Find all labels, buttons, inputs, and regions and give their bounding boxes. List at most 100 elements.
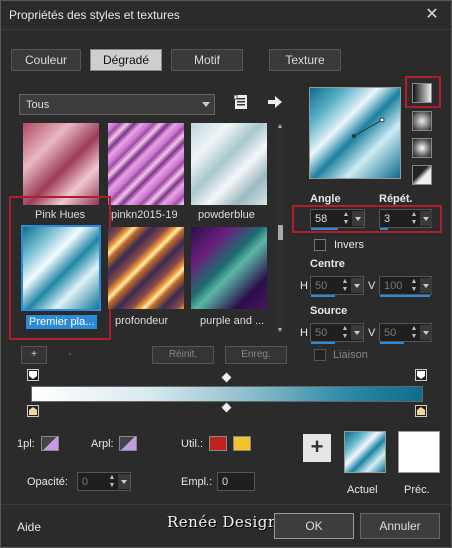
opacity-label: Opacité: [27, 476, 68, 488]
source-v-slider[interactable] [380, 342, 404, 344]
background-plan-swatch[interactable] [119, 436, 137, 451]
scroll-thumb[interactable] [278, 225, 283, 240]
tab-motif[interactable]: Motif [171, 49, 243, 71]
opacity-input[interactable]: 0 ▲ ▼ [77, 472, 131, 491]
centre-v-value: 100 [384, 280, 403, 292]
gradient-thumb-powderblue[interactable] [191, 123, 267, 205]
spin-arrows-icon[interactable]: ▲ ▼ [107, 474, 117, 490]
source-v-label: V [368, 327, 376, 339]
spin-arrows-icon[interactable]: ▲ ▼ [409, 325, 419, 341]
reset-button[interactable]: Réinit. [152, 346, 214, 364]
category-dropdown[interactable]: Tous [19, 94, 215, 115]
current-label: Actuel [347, 484, 378, 496]
remove-gradient-button[interactable]: - [57, 346, 83, 364]
chevron-down-icon[interactable] [352, 211, 364, 226]
radial-style-icon[interactable] [412, 138, 432, 158]
chevron-down-icon[interactable] [351, 278, 363, 293]
add-gradient-button[interactable]: + [21, 346, 47, 364]
location-label: Empl.: [181, 476, 213, 488]
centre-h-slider[interactable] [311, 295, 335, 297]
location-value: 0 [222, 476, 229, 488]
angle-slider[interactable] [311, 228, 338, 230]
help-link[interactable]: Aide [17, 520, 41, 534]
spin-arrows-icon[interactable]: ▲ ▼ [341, 211, 351, 227]
color-stop-left[interactable] [27, 405, 39, 417]
spin-arrows-icon[interactable]: ▲ ▼ [409, 211, 419, 227]
gradient-thumb-purple-and[interactable] [191, 227, 267, 309]
centre-v-input[interactable]: 100 ▲ ▼ [379, 276, 432, 297]
chevron-down-icon[interactable] [420, 325, 432, 340]
scroll-down-icon[interactable]: ▼ [276, 327, 284, 334]
location-input[interactable]: 0 [217, 472, 255, 491]
user-color-red-swatch[interactable] [209, 436, 227, 451]
previous-swatch[interactable] [398, 431, 440, 473]
first-plan-label: 1pl: [17, 438, 35, 450]
gradient-editor-bar[interactable] [31, 386, 423, 402]
source-label: Source [310, 305, 348, 317]
thumb-caption: powderblue [198, 209, 255, 221]
invert-checkbox[interactable] [314, 239, 326, 251]
opacity-stop-left[interactable] [27, 369, 39, 381]
chevron-down-icon[interactable] [420, 278, 432, 293]
tab-degrade[interactable]: Dégradé [90, 49, 162, 71]
color-stop-right[interactable] [415, 405, 427, 417]
user-color-yellow-swatch[interactable] [233, 436, 251, 451]
angle-value: 58 [315, 213, 328, 225]
link-label: Liaison [333, 349, 368, 361]
gradient-preview[interactable] [309, 87, 401, 179]
scroll-up-icon[interactable]: ▲ [276, 123, 284, 130]
thumb-caption: pinkn2015-19 [111, 209, 178, 221]
source-h-slider[interactable] [311, 342, 335, 344]
chevron-down-icon[interactable] [351, 325, 363, 340]
invert-label: Invers [334, 239, 364, 251]
centre-h-value: 50 [315, 280, 328, 292]
gradient-thumb-pinkn2015-19[interactable] [108, 123, 184, 205]
rectangular-style-icon[interactable] [412, 111, 432, 131]
category-value: Tous [26, 99, 50, 111]
opacity-stop-right[interactable] [415, 369, 427, 381]
source-v-input[interactable]: 50 ▲ ▼ [379, 323, 432, 344]
add-swatch-button[interactable]: + [303, 434, 331, 462]
chevron-down-icon[interactable] [420, 211, 432, 226]
tab-texture[interactable]: Texture [269, 49, 341, 71]
first-plan-swatch[interactable] [41, 436, 59, 451]
spin-arrows-icon[interactable]: ▲ ▼ [409, 278, 419, 294]
save-button[interactable]: Enreg. [225, 346, 287, 364]
arrow-right-icon[interactable] [267, 95, 283, 109]
library-icon[interactable] [233, 94, 249, 110]
linear-style-icon[interactable] [412, 83, 432, 103]
close-button[interactable]: ✕ [421, 4, 443, 26]
source-h-value: 50 [315, 327, 328, 339]
centre-v-slider[interactable] [380, 295, 430, 297]
previous-label: Préc. [404, 484, 430, 496]
spin-arrows-icon[interactable]: ▲ ▼ [340, 325, 350, 341]
link-checkbox[interactable] [314, 349, 326, 361]
gradient-thumb-premier-plan[interactable] [21, 225, 101, 311]
repeat-slider[interactable] [380, 228, 388, 230]
chevron-down-icon[interactable] [118, 474, 130, 489]
cancel-button[interactable]: Annuler [360, 513, 440, 539]
angle-label: Angle [310, 193, 341, 205]
chevron-down-icon [202, 102, 210, 107]
title-divider [1, 29, 451, 30]
tab-couleur[interactable]: Couleur [11, 49, 81, 71]
gradient-thumb-profondeur[interactable] [108, 227, 184, 309]
watermark: Renée Design [167, 513, 279, 531]
source-h-input[interactable]: 50 ▲ ▼ [310, 323, 364, 344]
opacity-midpoint[interactable] [221, 372, 232, 383]
centre-h-input[interactable]: 50 ▲ ▼ [310, 276, 364, 297]
angle-input[interactable]: 58 ▲ ▼ [310, 209, 365, 230]
spin-arrows-icon[interactable]: ▲ ▼ [340, 278, 350, 294]
centre-label: Centre [310, 258, 345, 270]
ok-button[interactable]: OK [274, 513, 354, 539]
color-midpoint[interactable] [221, 402, 232, 413]
gradient-properties-dialog: Propriétés des styles et textures ✕ Coul… [0, 0, 452, 548]
opacity-value: 0 [82, 476, 89, 488]
repeat-input[interactable]: 3 ▲ ▼ [379, 209, 432, 230]
sunburst-style-icon[interactable] [412, 165, 432, 185]
angle-handle-icon[interactable] [310, 88, 402, 180]
repeat-value: 3 [384, 213, 391, 225]
thumbnail-scrollbar[interactable]: ▲ ▼ [276, 123, 284, 334]
current-swatch[interactable] [344, 431, 386, 473]
gradient-thumb-pink-hues[interactable] [23, 123, 99, 205]
